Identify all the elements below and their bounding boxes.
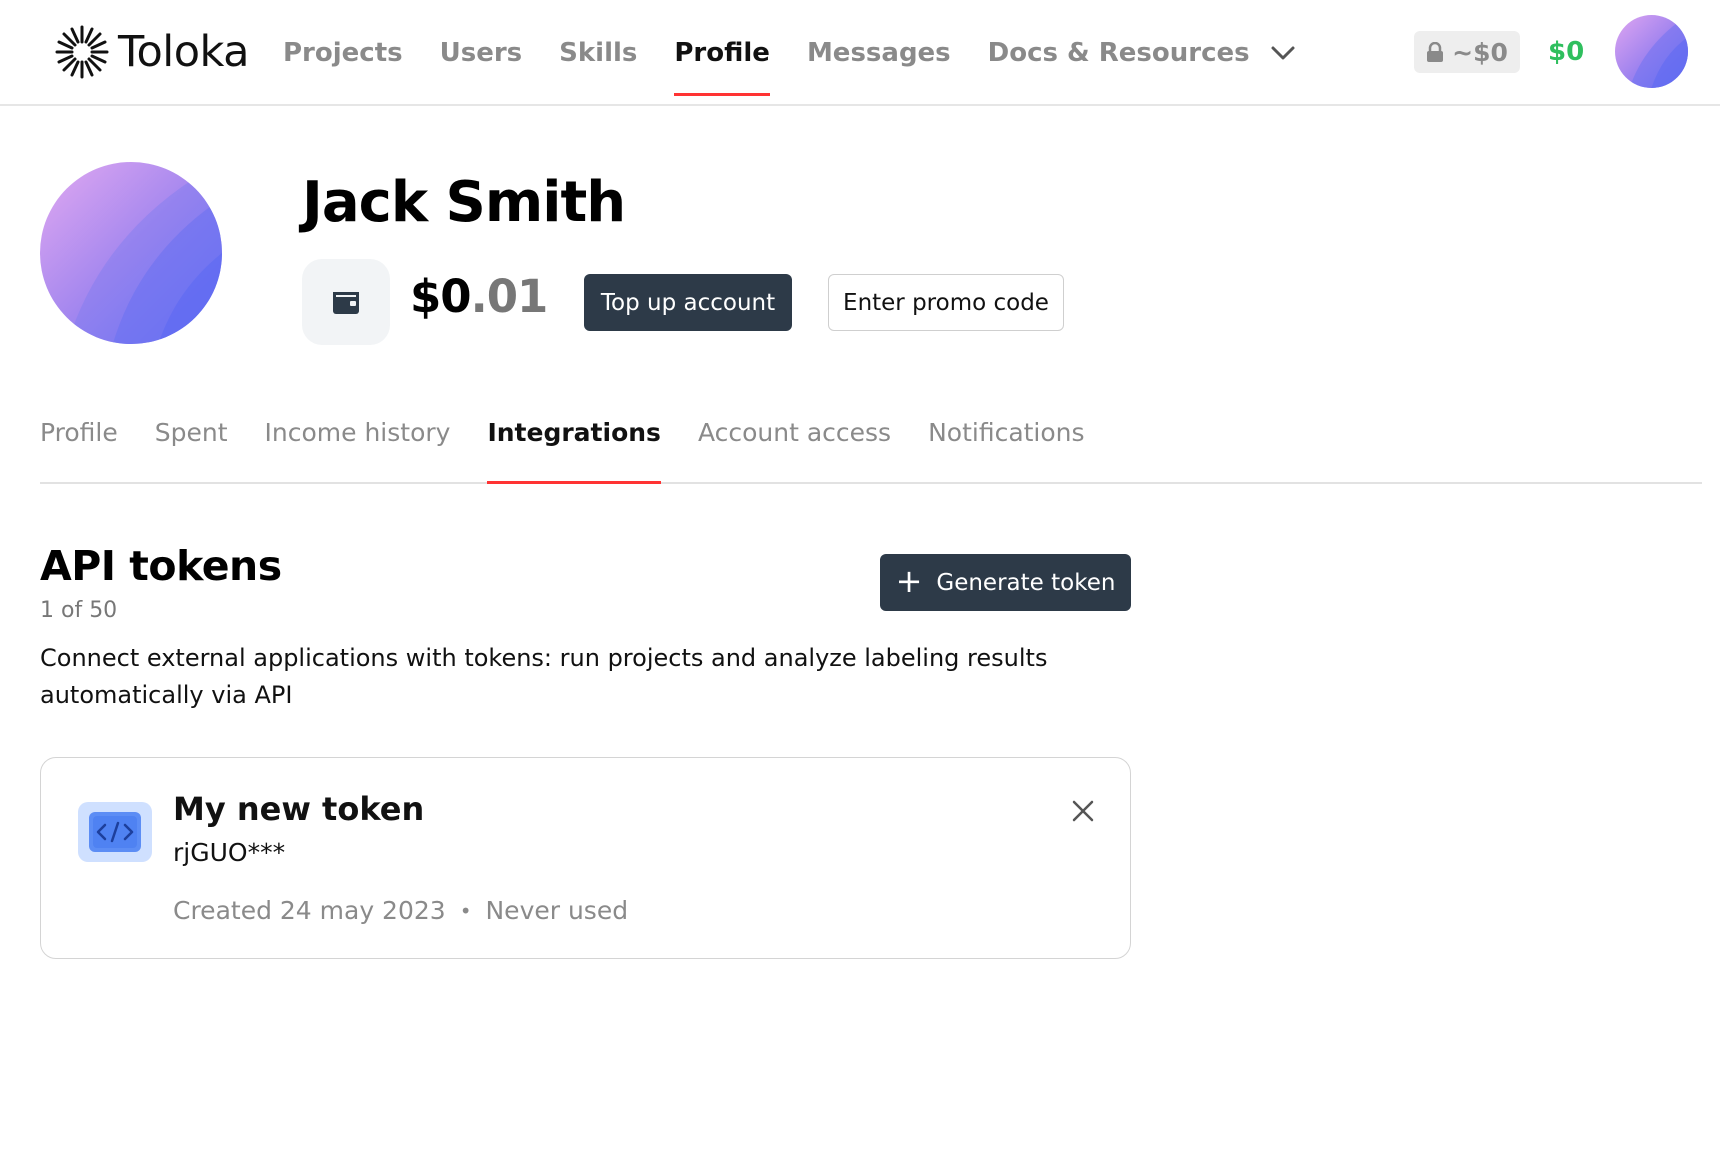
- locked-balance-value: ~$0: [1452, 37, 1508, 67]
- api-tokens-count: 1 of 50: [40, 598, 118, 623]
- tab-income-history[interactable]: Income history: [265, 400, 451, 482]
- nav-projects[interactable]: Projects: [283, 0, 403, 106]
- account-balance: $0.01: [410, 270, 549, 323]
- meta-separator: •: [459, 898, 472, 923]
- wallet-icon: [333, 292, 359, 314]
- balance-decimal: .01: [470, 270, 549, 323]
- api-tokens-description: Connect external applications with token…: [40, 644, 1048, 709]
- top-navigation-bar: Toloka Projects Users Skills Profile Mes…: [0, 0, 1720, 106]
- plus-icon: +: [895, 562, 923, 600]
- profile-tabs: Profile Spent Income history Integration…: [40, 400, 1702, 484]
- nav-profile[interactable]: Profile: [674, 0, 770, 106]
- generate-token-label: Generate token: [936, 569, 1116, 596]
- chevron-down-icon: [1271, 46, 1295, 60]
- api-tokens-title: API tokens: [40, 542, 282, 590]
- tab-notifications[interactable]: Notifications: [928, 400, 1084, 482]
- toloka-logo-icon: [55, 25, 109, 79]
- nav-skills[interactable]: Skills: [559, 0, 637, 106]
- token-name: My new token: [173, 790, 425, 828]
- token-value: rjGUO***: [173, 838, 286, 867]
- tab-spent[interactable]: Spent: [155, 400, 228, 482]
- token-card: My new token rjGUO*** Created 24 may 202…: [40, 757, 1131, 959]
- nav-users[interactable]: Users: [440, 0, 523, 106]
- token-created-date: Created 24 may 2023: [173, 896, 446, 925]
- locked-balance[interactable]: ~$0: [1414, 31, 1520, 73]
- profile-avatar: [40, 162, 222, 344]
- tab-integrations[interactable]: Integrations: [487, 400, 662, 484]
- top-up-account-button[interactable]: Top up account: [584, 274, 792, 331]
- user-name: Jack Smith: [302, 170, 626, 235]
- balance-integer: $0: [410, 270, 472, 323]
- main-nav: Projects Users Skills Profile Messages D…: [283, 0, 1333, 106]
- token-usage-status: Never used: [485, 896, 629, 925]
- tab-profile[interactable]: Profile: [40, 400, 118, 482]
- nav-docs-resources[interactable]: Docs & Resources: [988, 0, 1296, 106]
- user-avatar[interactable]: [1615, 15, 1688, 88]
- close-icon[interactable]: [1068, 796, 1098, 826]
- nav-docs-resources-label: Docs & Resources: [987, 38, 1250, 68]
- enter-promo-code-button[interactable]: Enter promo code: [828, 274, 1064, 331]
- logo-text: Toloka: [118, 27, 250, 77]
- token-meta: Created 24 may 2023 • Never used: [173, 896, 628, 925]
- code-icon: [78, 802, 152, 862]
- tab-account-access[interactable]: Account access: [698, 400, 891, 482]
- generate-token-button[interactable]: + Generate token: [880, 554, 1131, 611]
- wallet-badge: [302, 259, 390, 345]
- nav-messages[interactable]: Messages: [807, 0, 951, 106]
- lock-icon: [1427, 42, 1444, 62]
- header-balance[interactable]: $0: [1548, 31, 1584, 73]
- toloka-logo[interactable]: Toloka: [52, 22, 250, 82]
